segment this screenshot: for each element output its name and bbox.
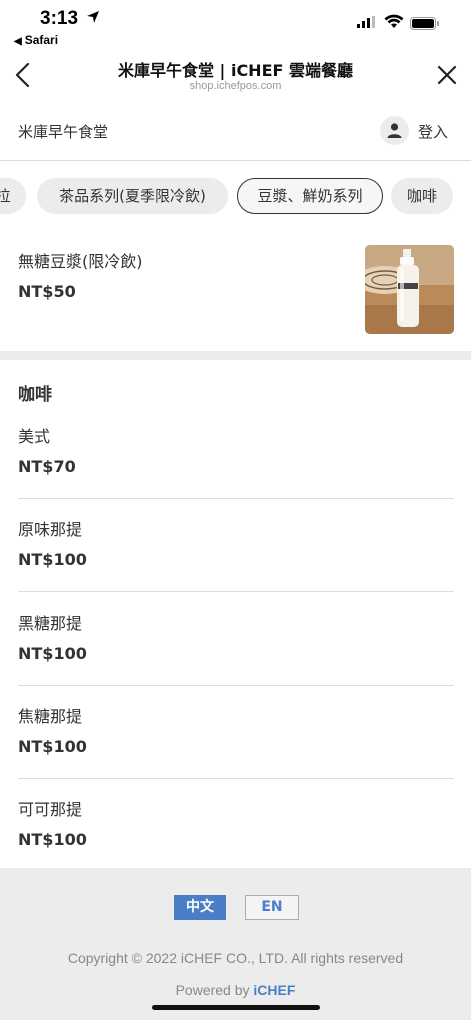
item-name: 黑糖那提 [18, 614, 83, 633]
close-icon[interactable] [436, 64, 458, 86]
cellular-signal-icon [357, 16, 375, 28]
copyright-text: Copyright © 2022 iCHEF CO., LTD. All rig… [67, 950, 404, 966]
menu-item[interactable]: 原味那提 NT$100 [18, 516, 454, 609]
login-link[interactable]: 登入 [418, 121, 448, 142]
category-tabs: 拉 茶品系列(夏季限冷飲) 豆漿、鮮奶系列 咖啡 [0, 178, 471, 216]
back-triangle-icon: ◀ [14, 36, 22, 47]
section-title-coffee: 咖啡 [18, 385, 52, 405]
ichef-link[interactable]: iCHEF [253, 982, 295, 998]
item-price: NT$100 [18, 830, 87, 849]
tab-tea-series[interactable]: 茶品系列(夏季限冷飲) [37, 178, 228, 214]
home-indicator[interactable] [152, 1005, 320, 1010]
item-name: 可可那提 [18, 800, 83, 819]
menu-item-featured[interactable]: 無糖豆漿(限冷飲) NT$50 [0, 236, 471, 350]
status-bar: 3:13 ◀ Safari [0, 0, 471, 52]
powered-by: Powered by iCHEF [0, 982, 471, 998]
wifi-icon [384, 14, 404, 28]
page-footer: 中文 EN Copyright © 2022 iCHEF CO., LTD. A… [0, 868, 471, 1020]
battery-icon [410, 17, 439, 30]
menu-item[interactable]: 焦糖那提 NT$100 [18, 703, 454, 796]
divider [18, 778, 454, 779]
section-divider [0, 351, 471, 360]
tab-soymilk-milk-series[interactable]: 豆漿、鮮奶系列 [237, 178, 383, 214]
powered-prefix: Powered by [175, 982, 254, 998]
user-avatar[interactable] [380, 116, 409, 145]
browser-header: 米庫早午食堂 | iCHEF 雲端餐廳 shop.ichefpos.com [0, 52, 471, 98]
back-app-label: Safari [24, 33, 59, 47]
item-name: 無糖豆漿(限冷飲) [18, 252, 143, 271]
item-name: 焦糖那提 [18, 707, 83, 726]
status-time: 3:13 [40, 8, 79, 29]
menu-item[interactable]: 美式 NT$70 [18, 423, 454, 516]
item-name: 美式 [18, 427, 51, 446]
menu-item[interactable]: 黑糖那提 NT$100 [18, 610, 454, 703]
item-price: NT$100 [18, 644, 87, 663]
tab-coffee[interactable]: 咖啡 [391, 178, 453, 214]
store-name: 米庫早午食堂 [18, 123, 109, 141]
item-price: NT$70 [18, 457, 76, 476]
back-to-safari-link[interactable]: ◀ Safari [14, 33, 58, 47]
language-zh-button[interactable]: 中文 [174, 895, 226, 920]
item-price: NT$100 [18, 737, 87, 756]
divider [18, 685, 454, 686]
location-arrow-icon [87, 11, 99, 23]
divider [18, 498, 454, 499]
user-icon [387, 123, 402, 138]
item-price: NT$100 [18, 550, 87, 569]
tab-salad[interactable]: 拉 [0, 178, 26, 214]
store-bar: 米庫早午食堂 登入 [0, 108, 471, 161]
page-url: shop.ichefpos.com [189, 80, 282, 92]
page-title: 米庫早午食堂 | iCHEF 雲端餐廳 [117, 61, 354, 80]
back-chevron-icon[interactable] [12, 62, 34, 88]
item-price: NT$50 [18, 282, 76, 301]
item-name: 原味那提 [18, 520, 83, 539]
divider [18, 591, 454, 592]
item-photo [365, 245, 454, 334]
language-en-button[interactable]: EN [245, 895, 299, 920]
